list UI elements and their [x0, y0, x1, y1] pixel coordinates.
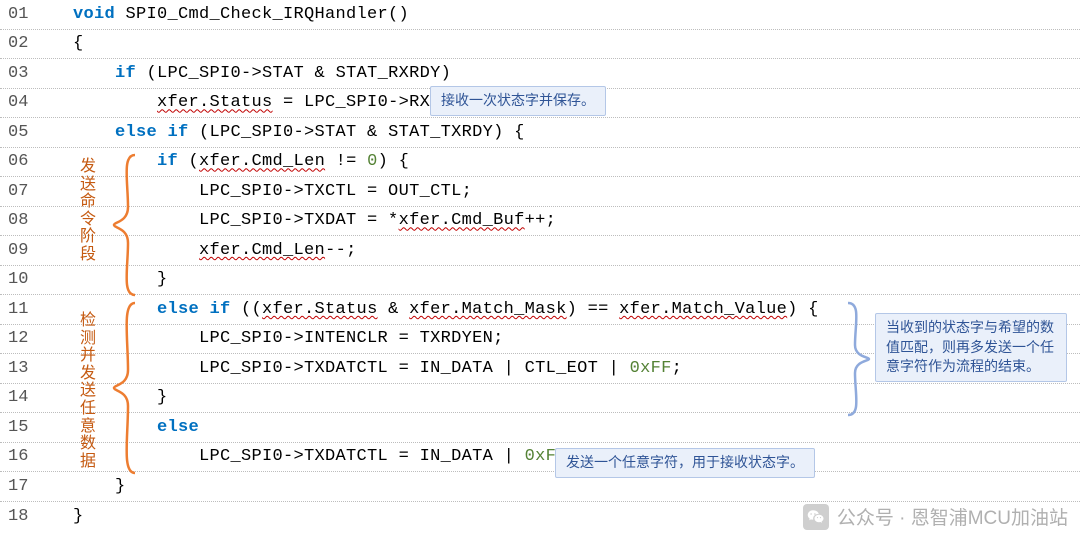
line-number: 17: [0, 477, 53, 496]
code-line: 07 LPC_SPI0->TXCTL = OUT_CTL;: [0, 177, 1080, 207]
line-number: 06: [0, 152, 53, 171]
code-line: 08 LPC_SPI0->TXDAT = *xfer.Cmd_Buf++;: [0, 207, 1080, 237]
code-line: 01void SPI0_Cmd_Check_IRQHandler(): [0, 0, 1080, 30]
code-content: else if ((xfer.Status & xfer.Match_Mask)…: [53, 300, 819, 319]
vlabel-text: 检测并发送任意数据: [80, 312, 96, 470]
code-content: if (xfer.Cmd_Len != 0) {: [53, 152, 409, 171]
line-number: 03: [0, 64, 53, 83]
vlabel-text: 发送命令阶段: [80, 158, 96, 263]
line-number: 18: [0, 507, 53, 526]
annotation-send-dummy: 发送一个任意字符，用于接收状态字。: [555, 448, 815, 478]
line-number: 08: [0, 211, 53, 230]
code-content: LPC_SPI0->TXDATCTL = IN_DATA | CTL_EOT |…: [53, 359, 682, 378]
code-block: 01void SPI0_Cmd_Check_IRQHandler()02{03 …: [0, 0, 1080, 531]
watermark-text: 公众号 · 恩智浦MCU加油站: [837, 503, 1068, 530]
line-number: 16: [0, 447, 53, 466]
brace-icon: [843, 300, 873, 418]
line-number: 10: [0, 270, 53, 289]
line-number: 13: [0, 359, 53, 378]
code-line: 05 else if (LPC_SPI0->STAT & STAT_TXRDY)…: [0, 118, 1080, 148]
code-line: 09 xfer.Cmd_Len--;: [0, 236, 1080, 266]
vlabel-send-cmd-phase: 发送命令阶段: [79, 158, 97, 264]
vlabel-check-send-any: 检测并发送任意数据: [79, 312, 97, 470]
line-number: 04: [0, 93, 53, 112]
code-content: }: [53, 507, 84, 526]
annotation-text: 发送一个任意字符，用于接收状态字。: [566, 454, 804, 470]
code-line: 03 if (LPC_SPI0->STAT & STAT_RXRDY): [0, 59, 1080, 89]
line-number: 01: [0, 5, 53, 24]
brace-icon: [110, 152, 140, 298]
code-line: 10 }: [0, 266, 1080, 296]
code-content: xfer.Status = LPC_SPI0->RXDAT;: [53, 93, 472, 112]
code-line: 17 }: [0, 472, 1080, 502]
watermark: 公众号 · 恩智浦MCU加油站: [803, 503, 1068, 530]
code-line: 16 LPC_SPI0->TXDATCTL = IN_DATA | 0xFF;: [0, 443, 1080, 473]
code-content: if (LPC_SPI0->STAT & STAT_RXRDY): [53, 64, 451, 83]
annotation-receive-status: 接收一次状态字并保存。: [430, 86, 606, 116]
code-content: void SPI0_Cmd_Check_IRQHandler(): [53, 5, 409, 24]
code-content: xfer.Cmd_Len--;: [53, 241, 357, 260]
line-number: 15: [0, 418, 53, 437]
code-line: 06 if (xfer.Cmd_Len != 0) {: [0, 148, 1080, 178]
code-content: else if (LPC_SPI0->STAT & STAT_TXRDY) {: [53, 123, 525, 142]
line-number: 09: [0, 241, 53, 260]
wechat-icon: [803, 504, 829, 530]
annotation-text: 当收到的状态字与希望的数值匹配，则再多发送一个任意字符作为流程的结束。: [886, 319, 1054, 374]
code-line: 02{: [0, 30, 1080, 60]
annotation-match-eot: 当收到的状态字与希望的数值匹配，则再多发送一个任意字符作为流程的结束。: [875, 313, 1067, 382]
line-number: 11: [0, 300, 53, 319]
brace-icon: [110, 300, 140, 476]
annotation-text: 接收一次状态字并保存。: [441, 92, 595, 108]
line-number: 14: [0, 388, 53, 407]
line-number: 02: [0, 34, 53, 53]
code-line: 14 }: [0, 384, 1080, 414]
code-line: 15 else: [0, 413, 1080, 443]
line-number: 05: [0, 123, 53, 142]
code-content: }: [53, 477, 126, 496]
line-number: 12: [0, 329, 53, 348]
line-number: 07: [0, 182, 53, 201]
code-content: {: [53, 34, 84, 53]
